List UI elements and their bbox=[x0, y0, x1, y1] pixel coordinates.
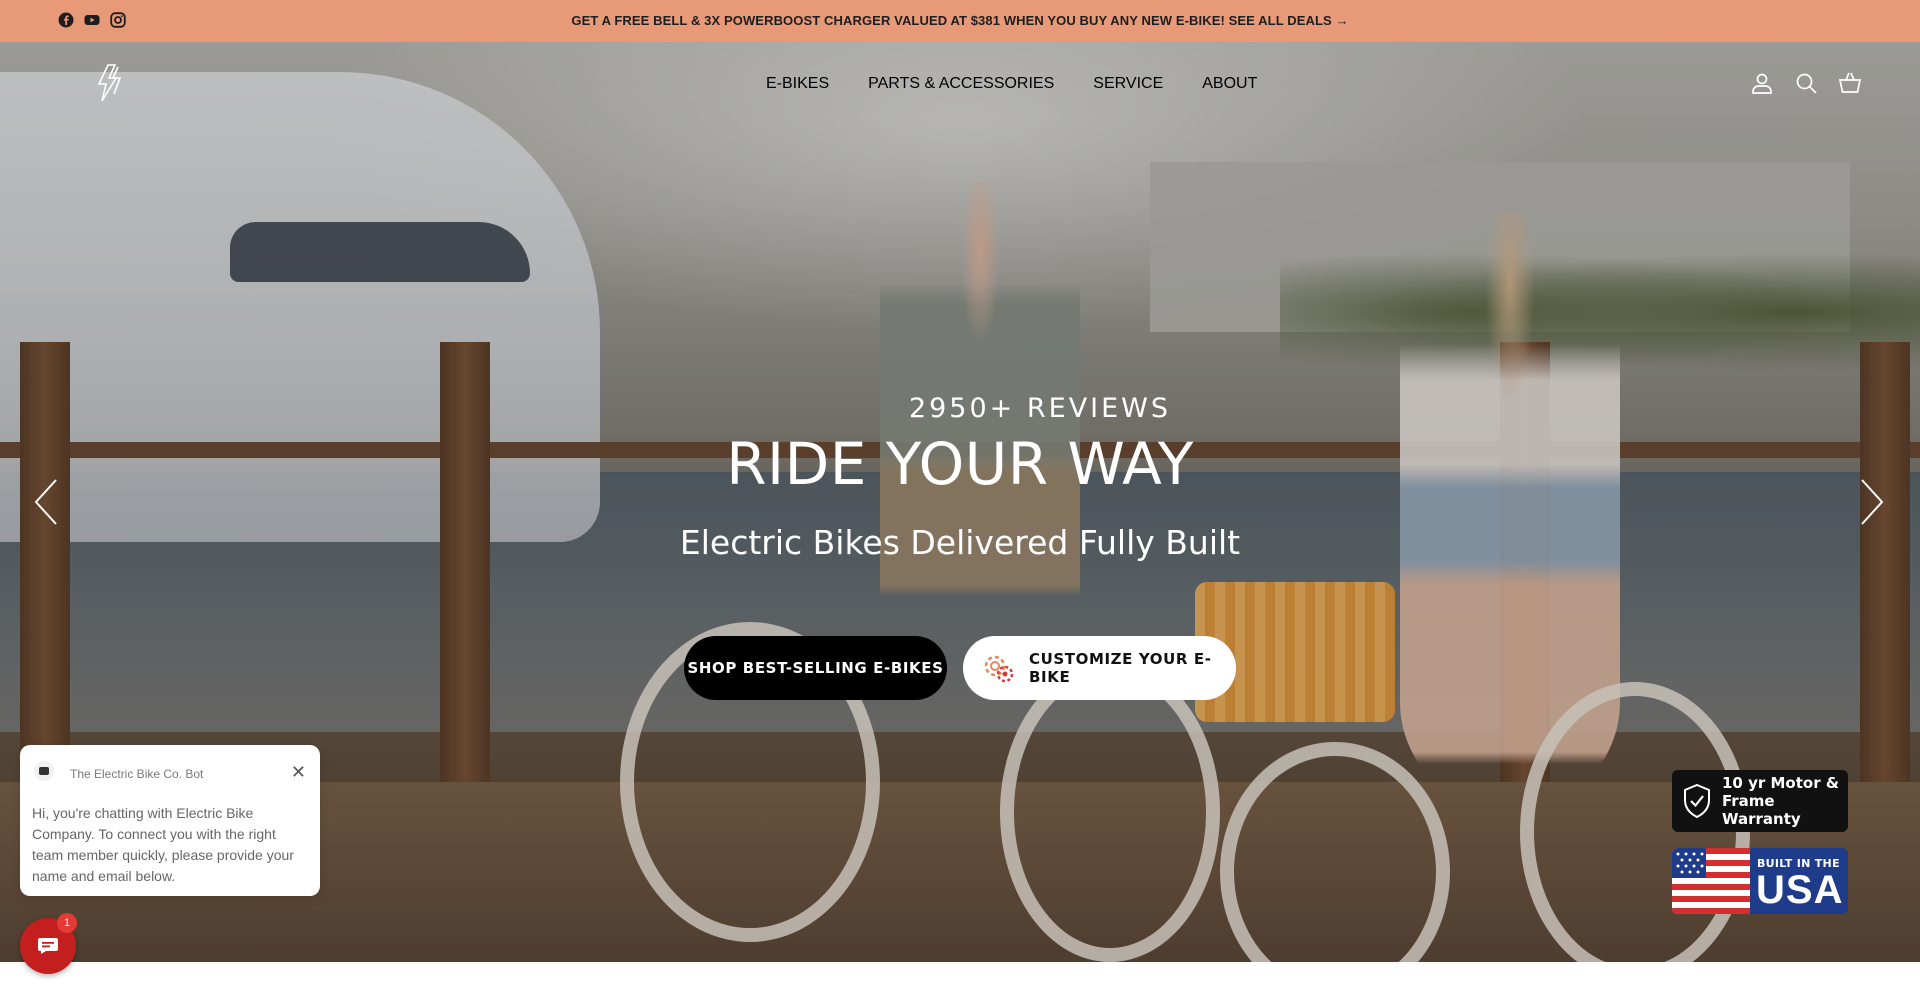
hero-subheadline: Electric Bikes Delivered Fully Built bbox=[679, 523, 1241, 562]
shield-check-icon bbox=[1682, 783, 1712, 819]
account-icon[interactable] bbox=[1750, 71, 1774, 95]
header-actions bbox=[1750, 71, 1862, 95]
chat-bot-name: The Electric Bike Co. Bot bbox=[70, 767, 204, 781]
shop-best-selling-button[interactable]: SHOP BEST-SELLING E-BIKES bbox=[684, 636, 947, 700]
nav-item-e-bikes[interactable]: E-BIKES bbox=[766, 75, 829, 93]
announcement-text[interactable]: GET A FREE BELL & 3X POWERBOOST CHARGER … bbox=[0, 13, 1920, 28]
chat-message: Hi, you're chatting with Electric Bike C… bbox=[32, 805, 294, 884]
hero-headline: RIDE YOUR WAY bbox=[726, 430, 1194, 498]
warranty-badge: 10 yr Motor & Frame Warranty bbox=[1672, 770, 1848, 832]
cart-icon[interactable] bbox=[1838, 71, 1862, 95]
nav-item-parts-accessories[interactable]: PARTS & ACCESSORIES bbox=[868, 75, 1054, 93]
nav-item-about[interactable]: ABOUT bbox=[1202, 75, 1257, 93]
search-icon[interactable] bbox=[1794, 71, 1818, 95]
us-flag-icon bbox=[1672, 848, 1750, 914]
chat-popup: The Electric Bike Co. Bot ✕ Hi, you're c… bbox=[20, 745, 320, 896]
main-nav: E-BIKES PARTS & ACCESSORIES SERVICE ABOU… bbox=[766, 75, 1257, 93]
warranty-text: 10 yr Motor & Frame Warranty bbox=[1722, 774, 1839, 828]
nav-item-service[interactable]: SERVICE bbox=[1093, 75, 1163, 93]
gear-icon bbox=[981, 650, 1017, 686]
usa-badge-title: USA bbox=[1756, 868, 1844, 912]
chat-bot-avatar bbox=[34, 761, 54, 781]
close-icon[interactable]: ✕ bbox=[291, 763, 306, 781]
customize-ebike-button[interactable]: CUSTOMIZE YOUR E-BIKE bbox=[963, 636, 1236, 700]
chat-bubble-icon bbox=[37, 937, 59, 955]
reviews-count: 2950+ REVIEWS bbox=[908, 393, 1172, 424]
announcement-bar: GET A FREE BELL & 3X POWERBOOST CHARGER … bbox=[0, 0, 1920, 42]
chat-unread-badge: 1 bbox=[57, 913, 77, 933]
customize-ebike-label: CUSTOMIZE YOUR E-BIKE bbox=[1029, 650, 1212, 686]
brand-logo[interactable] bbox=[96, 64, 126, 102]
built-in-usa-badge: BUILT IN THE USA bbox=[1672, 848, 1848, 914]
